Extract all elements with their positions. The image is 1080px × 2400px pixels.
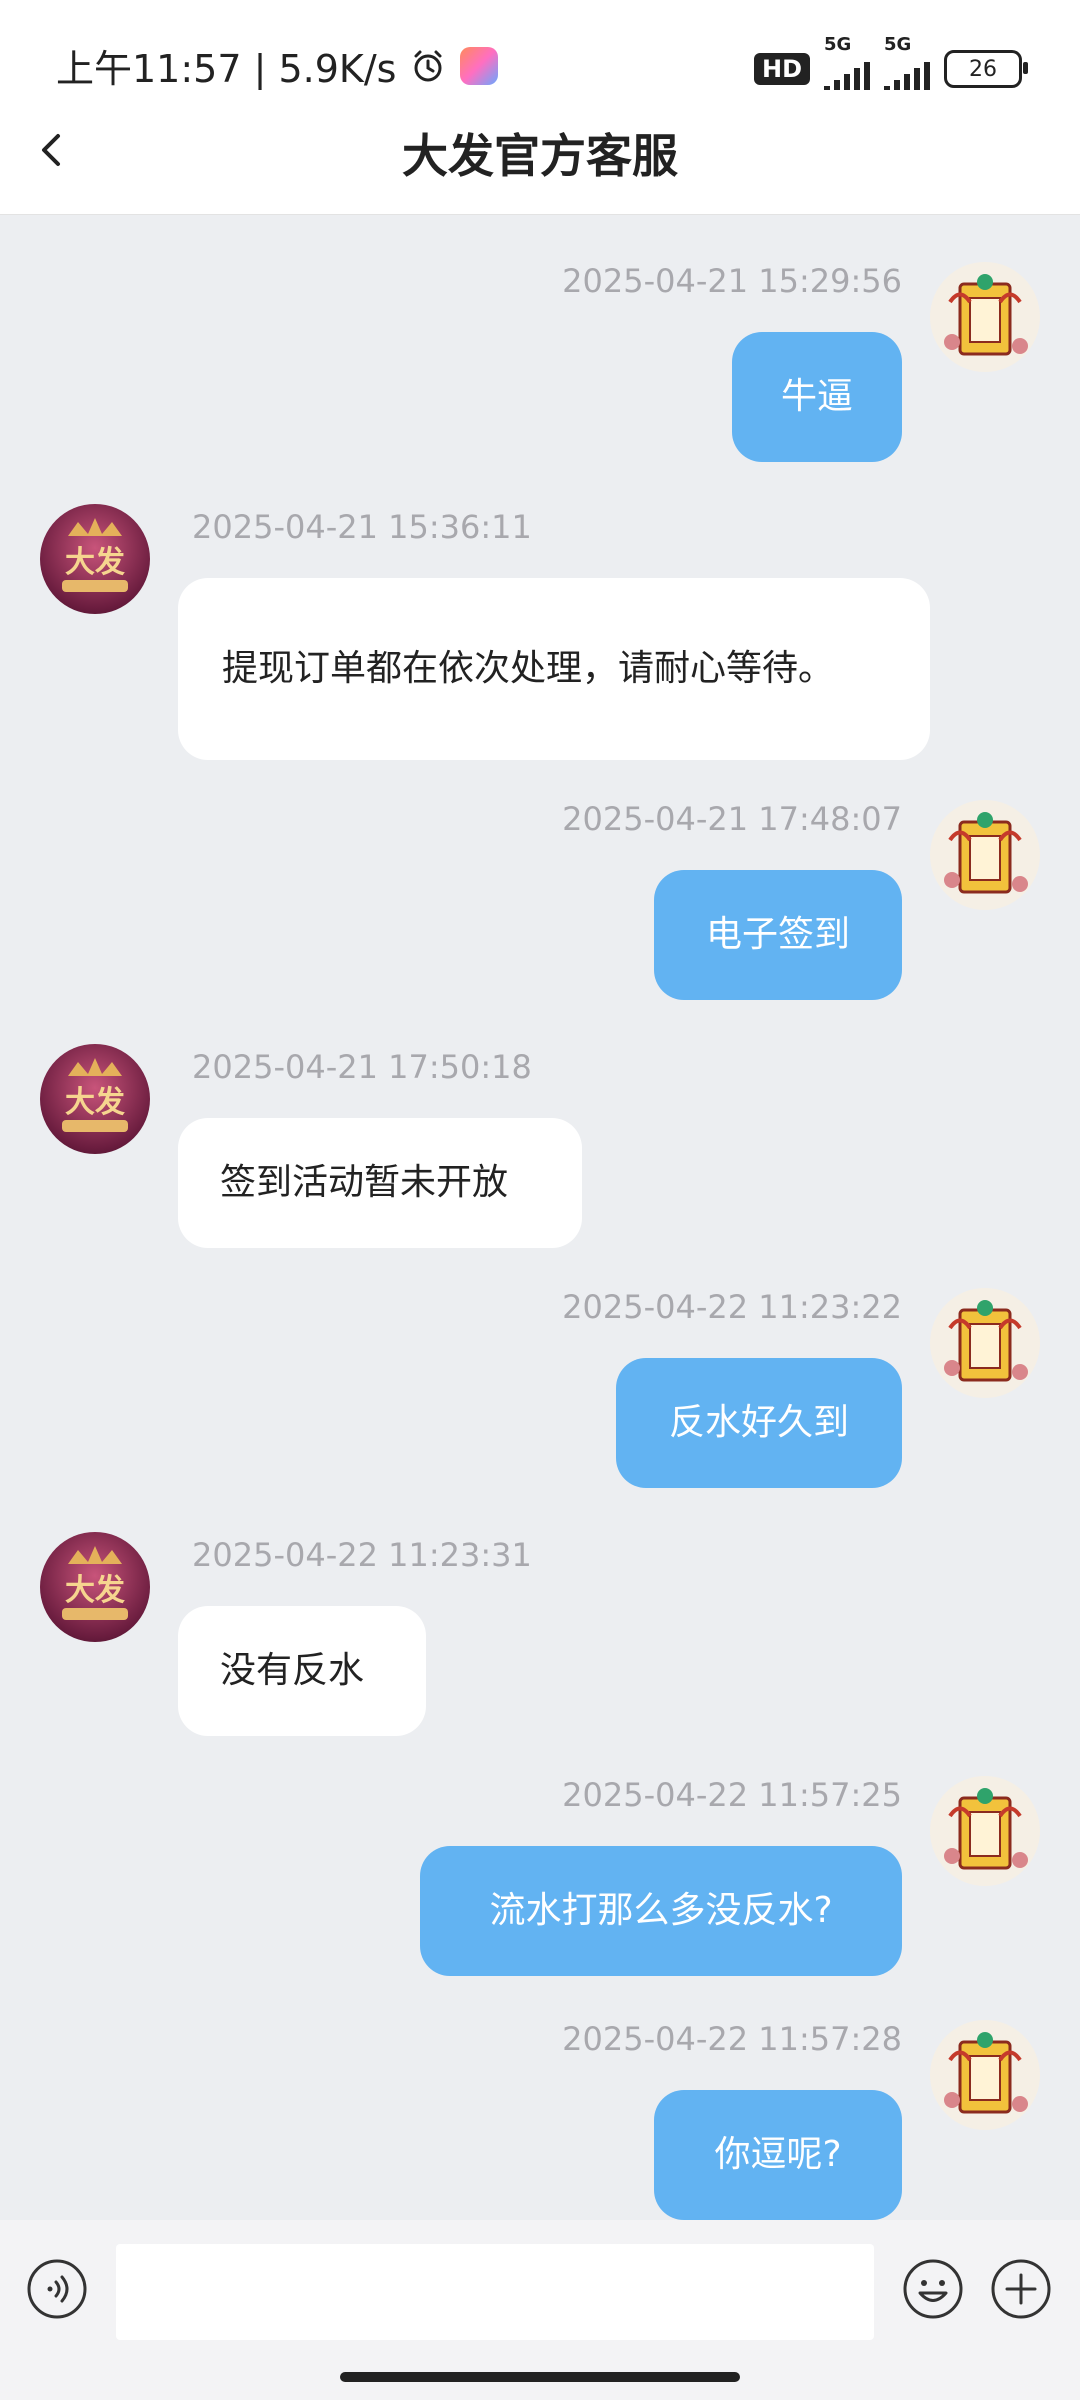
- svg-text:大发: 大发: [65, 545, 125, 580]
- voice-button[interactable]: [26, 2258, 88, 2320]
- message-input-bar: [0, 2220, 1080, 2340]
- user-avatar-icon: [944, 812, 1028, 894]
- agent-avatar[interactable]: 大发: [40, 1532, 150, 1642]
- svg-text:大发: 大发: [65, 1085, 125, 1120]
- agent-avatar[interactable]: 大发: [40, 1044, 150, 1154]
- message-bubble-outgoing[interactable]: 你逗呢?: [654, 2090, 902, 2220]
- message-timestamp: 2025-04-22 11:23:22: [562, 1288, 902, 1326]
- emoji-icon: [903, 2259, 963, 2319]
- battery-level: 26: [969, 56, 997, 82]
- status-right: HD 5G 5G 26: [753, 34, 1028, 94]
- message-timestamp: 2025-04-21 17:48:07: [562, 800, 902, 838]
- message-bubble-outgoing[interactable]: 电子签到: [654, 870, 902, 1000]
- user-avatar-icon: [944, 274, 1028, 356]
- message-bubble-outgoing[interactable]: 牛逼: [732, 332, 902, 462]
- message-timestamp: 2025-04-22 11:57:28: [562, 2020, 902, 2058]
- message-input[interactable]: [116, 2244, 874, 2340]
- plus-button[interactable]: [990, 2258, 1052, 2320]
- message-timestamp: 2025-04-21 17:50:18: [192, 1048, 532, 1086]
- alarm-icon: [414, 50, 442, 81]
- agent-avatar[interactable]: 大发: [40, 504, 150, 614]
- message-bubble-incoming[interactable]: 没有反水: [178, 1606, 426, 1736]
- agent-avatar-icon: 大发: [62, 518, 128, 592]
- message-bubble-incoming[interactable]: 提现订单都在依次处理，请耐心等待。: [178, 578, 930, 760]
- plus-icon: [991, 2259, 1051, 2319]
- user-avatar[interactable]: [930, 262, 1040, 372]
- user-avatar[interactable]: [930, 1288, 1040, 1398]
- chat-header: 大发官方客服: [0, 90, 1080, 215]
- signal-1-icon: 5G: [824, 34, 870, 94]
- user-avatar-icon: [944, 1300, 1028, 1382]
- signal-2-icon: 5G: [884, 34, 930, 94]
- net2-label: 5G: [884, 34, 912, 55]
- message-timestamp: 2025-04-21 15:36:11: [192, 508, 532, 546]
- user-avatar-icon: [944, 1788, 1028, 1870]
- home-indicator[interactable]: [340, 2372, 740, 2382]
- message-timestamp: 2025-04-22 11:23:31: [192, 1536, 532, 1574]
- emoji-button[interactable]: [902, 2258, 964, 2320]
- message-timestamp: 2025-04-21 15:29:56: [562, 262, 902, 300]
- page-title: 大发官方客服: [402, 129, 678, 183]
- message-bubble-outgoing[interactable]: 流水打那么多没反水?: [420, 1846, 902, 1976]
- status-time-speed: 上午11:57 | 5.9K/s: [56, 47, 397, 91]
- message-bubble-outgoing[interactable]: 反水好久到: [616, 1358, 902, 1488]
- status-left: 上午11:57 | 5.9K/s: [56, 38, 499, 93]
- user-avatar[interactable]: [930, 1776, 1040, 1886]
- battery-icon: 26: [944, 50, 1028, 88]
- agent-avatar-icon: 大发: [62, 1058, 128, 1132]
- bottom-area: [0, 2340, 1080, 2400]
- agent-avatar-icon: 大发: [62, 1546, 128, 1620]
- message-bubble-incoming[interactable]: 签到活动暂未开放: [178, 1118, 582, 1248]
- message-timestamp: 2025-04-22 11:57:25: [562, 1776, 902, 1814]
- game-app-icon: [460, 46, 499, 85]
- svg-text:大发: 大发: [65, 1573, 125, 1608]
- hd-badge: HD: [753, 53, 810, 85]
- user-avatar-icon: [944, 2032, 1028, 2114]
- voice-icon: [27, 2259, 87, 2319]
- net1-label: 5G: [824, 34, 852, 55]
- chat-messages[interactable]: 2025-04-21 15:29:56 牛逼 大发 2025-04-21 15:…: [0, 214, 1080, 2220]
- user-avatar[interactable]: [930, 2020, 1040, 2130]
- user-avatar[interactable]: [930, 800, 1040, 910]
